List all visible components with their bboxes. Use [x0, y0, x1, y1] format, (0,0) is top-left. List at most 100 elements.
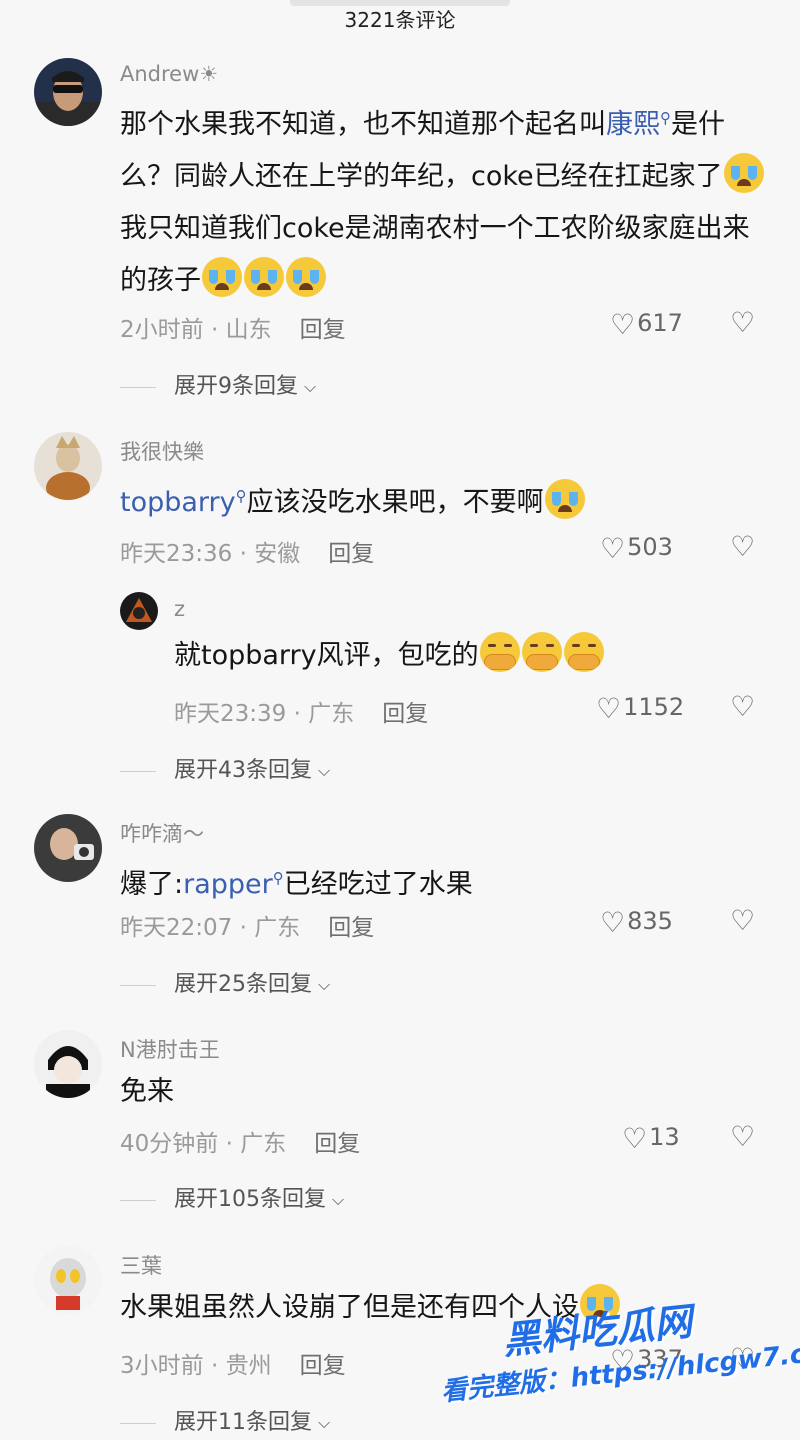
- hand-over-mouth-emoji-icon: [563, 632, 604, 672]
- mention-label: rapper: [183, 869, 273, 900]
- comment-text: 就topbarry风评，包吃的: [174, 630, 774, 682]
- expand-label: 展开9条回复: [174, 374, 298, 399]
- mention-label: 康熙: [606, 109, 660, 140]
- comment-text-part: 已经吃过了水果: [283, 869, 473, 900]
- broken-heart-icon[interactable]: ♡: [730, 690, 755, 723]
- chevron-down-icon: ⌵: [332, 1190, 345, 1209]
- like-count: 1152: [623, 693, 685, 721]
- divider-line: [120, 1422, 156, 1424]
- chevron-down-icon: ⌵: [318, 761, 331, 780]
- comment-meta: 昨天23:36 · 安徽 回复: [120, 541, 375, 567]
- like-button[interactable]: ♡13: [622, 1122, 680, 1155]
- mention-label: topbarry: [120, 487, 236, 518]
- divider-line: [120, 984, 156, 986]
- like-button[interactable]: ♡1152: [596, 692, 684, 725]
- mention-link[interactable]: rapper⚲: [183, 869, 284, 900]
- heart-outline-icon: ♡: [596, 692, 622, 725]
- comment-text: 爆了:rapper⚲已经吃过了水果: [120, 852, 770, 911]
- crying-emoji-icon: [244, 257, 284, 297]
- comment-text-part: 就topbarry风评，包吃的: [174, 640, 479, 671]
- chevron-down-icon: ⌵: [318, 1413, 331, 1432]
- expand-replies-button[interactable]: 展开11条回复 ⌵: [120, 1404, 330, 1436]
- location: 广东: [254, 915, 301, 941]
- avatar[interactable]: [34, 432, 102, 500]
- heart-outline-icon: ♡: [622, 1122, 648, 1155]
- like-button[interactable]: ♡503: [600, 532, 673, 565]
- comment-meta: 昨天22:07 · 广东 回复: [120, 915, 375, 941]
- timestamp: 昨天23:39: [174, 701, 287, 727]
- expand-replies-button[interactable]: 展开9条回复 ⌵: [120, 368, 316, 400]
- chevron-down-icon: ⌵: [318, 975, 331, 994]
- like-button[interactable]: ♡835: [600, 906, 673, 939]
- divider-line: [120, 1199, 156, 1201]
- avatar[interactable]: [34, 58, 102, 126]
- like-count: 835: [627, 907, 673, 935]
- comment-text-part: 应该没吃水果吧，不要啊: [246, 487, 544, 518]
- comment-meta: 昨天23:39 · 广东 回复: [174, 701, 429, 727]
- like-count: 13: [649, 1123, 680, 1151]
- broken-heart-icon[interactable]: ♡: [730, 306, 755, 339]
- divider-line: [120, 770, 156, 772]
- comments-header: 3221条评论: [0, 0, 800, 34]
- location: 贵州: [225, 1353, 272, 1379]
- location: 安徽: [254, 541, 301, 567]
- avatar[interactable]: [34, 1030, 102, 1098]
- crying-emoji-icon: [723, 153, 764, 193]
- expand-label: 展开105条回复: [174, 1187, 326, 1212]
- location: 山东: [225, 317, 272, 343]
- broken-heart-icon[interactable]: ♡: [730, 904, 755, 937]
- timestamp: 3小时前: [120, 1353, 204, 1379]
- comment-meta: 2小时前 · 山东 回复: [120, 317, 346, 343]
- expand-replies-button[interactable]: 展开105条回复 ⌵: [120, 1181, 344, 1213]
- hand-over-mouth-emoji-icon: [521, 632, 562, 672]
- reply-button[interactable]: 回复: [382, 701, 428, 727]
- heart-outline-icon: ♡: [610, 308, 636, 341]
- reply-button[interactable]: 回复: [328, 915, 374, 941]
- username[interactable]: 咋咋滴～: [120, 818, 204, 848]
- heart-outline-icon: ♡: [600, 532, 626, 565]
- divider-line: [120, 386, 156, 388]
- timestamp: 昨天23:36: [120, 541, 233, 567]
- expand-label: 展开11条回复: [174, 1410, 312, 1435]
- mention-link[interactable]: 康熙⚲: [606, 109, 671, 140]
- location: 广东: [240, 1131, 287, 1157]
- crying-emoji-icon: [286, 257, 326, 297]
- comment-text-part: 那个水果我不知道，也不知道那个起名叫: [120, 109, 606, 140]
- avatar[interactable]: [34, 814, 102, 882]
- avatar[interactable]: [120, 592, 158, 630]
- reply-button[interactable]: 回复: [314, 1131, 360, 1157]
- username[interactable]: Andrew☀: [120, 62, 218, 86]
- timestamp: 昨天22:07: [120, 915, 233, 941]
- broken-heart-icon[interactable]: ♡: [730, 1120, 755, 1153]
- username[interactable]: N港肘击王: [120, 1034, 220, 1064]
- reply-button[interactable]: 回复: [300, 1353, 346, 1379]
- heart-outline-icon: ♡: [600, 906, 626, 939]
- username[interactable]: 我很快樂: [120, 436, 204, 466]
- avatar[interactable]: [34, 1246, 102, 1314]
- search-mini-icon: ⚲: [660, 109, 671, 127]
- broken-heart-icon[interactable]: ♡: [730, 530, 755, 563]
- location: 广东: [308, 701, 355, 727]
- username[interactable]: 三葉: [120, 1250, 162, 1280]
- username[interactable]: z: [174, 597, 185, 621]
- timestamp: 40分钟前: [120, 1131, 219, 1157]
- expand-replies-button[interactable]: 展开25条回复 ⌵: [120, 966, 330, 998]
- search-mini-icon: ⚲: [272, 869, 284, 887]
- expand-replies-button[interactable]: 展开43条回复 ⌵: [120, 752, 330, 784]
- search-mini-icon: ⚲: [235, 487, 247, 505]
- chevron-down-icon: ⌵: [304, 377, 317, 396]
- comment-text-part: 免来: [120, 1076, 174, 1107]
- hand-over-mouth-emoji-icon: [479, 632, 520, 672]
- expand-label: 展开25条回复: [174, 972, 312, 997]
- mention-link[interactable]: topbarry⚲: [120, 487, 247, 518]
- comment-meta: 3小时前 · 贵州 回复: [120, 1353, 346, 1379]
- crying-emoji-icon: [202, 257, 242, 297]
- timestamp: 2小时前: [120, 317, 204, 343]
- reply-button[interactable]: 回复: [300, 317, 346, 343]
- like-button[interactable]: ♡617: [610, 308, 683, 341]
- like-count: 617: [637, 309, 683, 337]
- reply-button[interactable]: 回复: [328, 541, 374, 567]
- comment-count-title: 3221条评论: [344, 8, 456, 32]
- like-count: 503: [627, 533, 673, 561]
- comment-text-part: 爆了:: [120, 869, 184, 900]
